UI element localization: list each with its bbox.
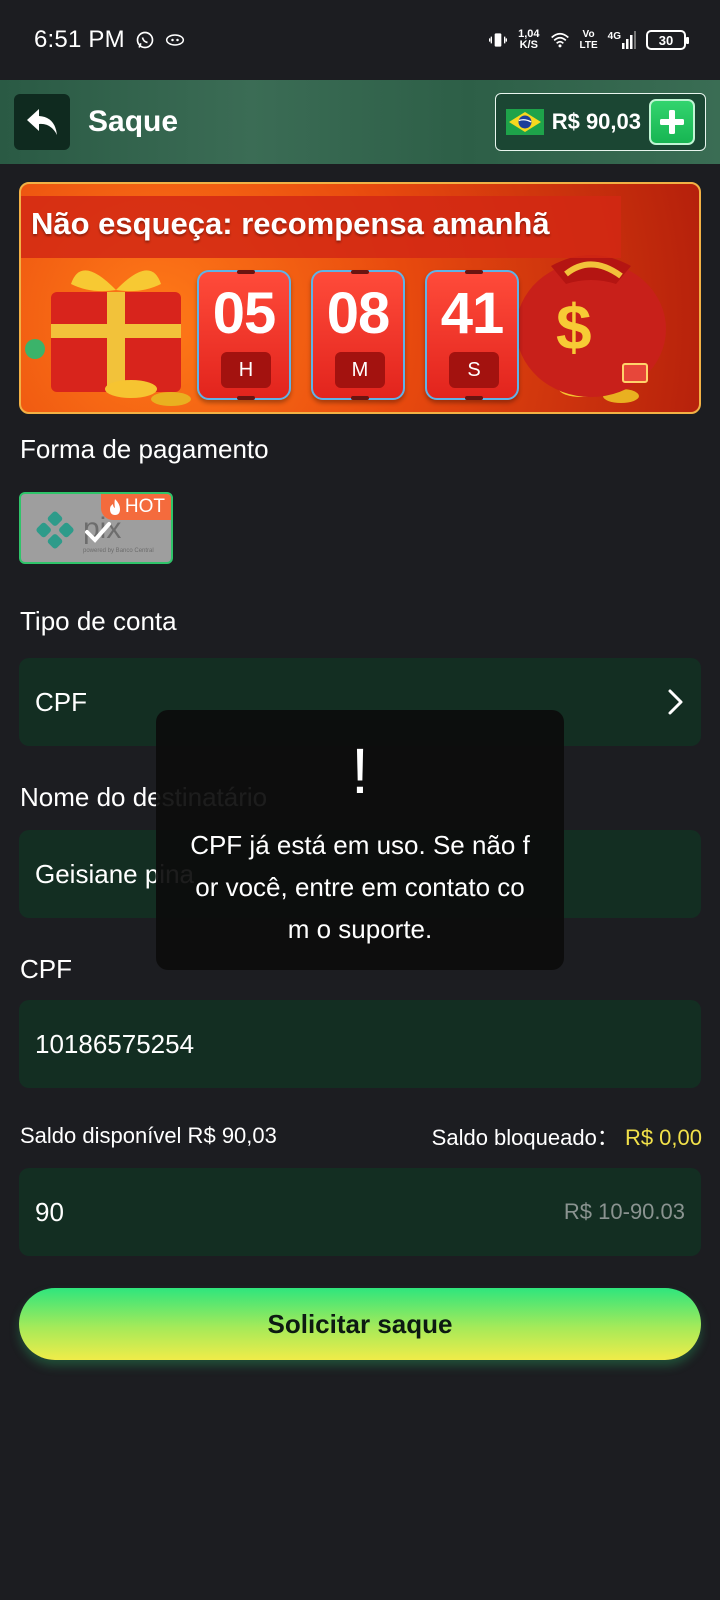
error-toast: ! CPF já está em uso. Se não for você, e… <box>156 710 564 970</box>
svg-text:$: $ <box>556 291 592 363</box>
timer-tick <box>465 396 483 400</box>
timer-tick <box>351 270 369 274</box>
plus-icon <box>660 110 684 134</box>
whatsapp-icon <box>136 31 154 49</box>
cpf-input[interactable]: 10186575254 <box>19 1000 701 1088</box>
alert-icon: ! <box>351 735 369 807</box>
timer-hours-value: 05 <box>212 281 277 346</box>
timer-seconds: 41 S <box>425 270 519 400</box>
cpf-value: 10186575254 <box>35 1028 195 1059</box>
payment-method-label: Forma de pagamento <box>20 434 269 464</box>
signal-indicator: 4G <box>608 31 636 49</box>
svg-text:powered by Banco Central: powered by Banco Central <box>83 548 154 554</box>
status-time: 6:51 PM <box>34 26 125 53</box>
account-type-value: CPF <box>35 686 87 717</box>
wallet-balance[interactable]: R$ 90,03 <box>494 93 706 151</box>
toast-message: CPF já está em uso. Se não for você, ent… <box>190 830 530 944</box>
chevron-right-icon <box>668 689 683 715</box>
timer-hours-unit: H <box>221 352 271 388</box>
available-balance: Saldo disponível R$ 90,03 <box>20 1123 277 1148</box>
volte-indicator: Vo LTE <box>579 29 598 51</box>
app-notification-icon <box>165 34 184 46</box>
submit-withdrawal-button[interactable]: Solicitar saque <box>19 1288 701 1360</box>
brazil-flag-icon <box>505 109 544 135</box>
amount-value: 90 <box>35 1196 64 1227</box>
balance-row: Saldo disponível R$ 90,03 Saldo bloquead… <box>20 1120 702 1152</box>
page-title: Saque <box>88 105 179 138</box>
status-bar: 6:51 PM 1,04 K/S Vo LTE 4G 30 <box>0 0 720 80</box>
timer-minutes-unit: M <box>335 352 385 388</box>
net-speed: 1,04 K/S <box>518 28 540 51</box>
wallet-amount: R$ 90,03 <box>551 109 641 134</box>
timer-minutes: 08 M <box>311 270 405 400</box>
vibrate-icon <box>489 33 508 47</box>
blocked-balance: Saldo bloqueado： R$ 0,00 <box>431 1125 702 1150</box>
pix-payment-option[interactable]: pix powered by Banco Central HOT <box>19 492 173 564</box>
timer-seconds-unit: S <box>449 352 499 388</box>
battery-indicator: 30 <box>646 30 689 50</box>
timer-seconds-value: 41 <box>440 281 505 346</box>
timer-minutes-value: 08 <box>326 281 391 346</box>
account-type-label: Tipo de conta <box>20 606 177 636</box>
flame-icon <box>109 499 120 515</box>
timer-tick <box>351 396 369 400</box>
banner-title: Não esqueça: recompensa amanhã <box>31 206 550 241</box>
hot-badge: HOT <box>100 494 171 520</box>
cpf-label: CPF <box>20 954 72 984</box>
timer-tick <box>237 396 255 400</box>
reward-banner[interactable]: $ Não esqueça: recompensa amanhã 05 H 08… <box>19 182 701 414</box>
amount-input[interactable]: 90 R$ 10-90.03 <box>19 1168 701 1256</box>
timer-tick <box>465 270 483 274</box>
back-button[interactable] <box>14 94 70 150</box>
top-header: Saque R$ 90,03 <box>0 80 720 164</box>
amount-range-hint: R$ 10-90.03 <box>563 1199 685 1224</box>
wifi-icon <box>550 32 569 48</box>
deposit-button[interactable] <box>649 99 695 145</box>
timer-tick <box>237 270 255 274</box>
timer-hours: 05 H <box>197 270 291 400</box>
blocked-balance-value: R$ 0,00 <box>624 1125 702 1150</box>
back-arrow-icon <box>27 109 57 135</box>
signal-bars-icon <box>622 31 636 49</box>
